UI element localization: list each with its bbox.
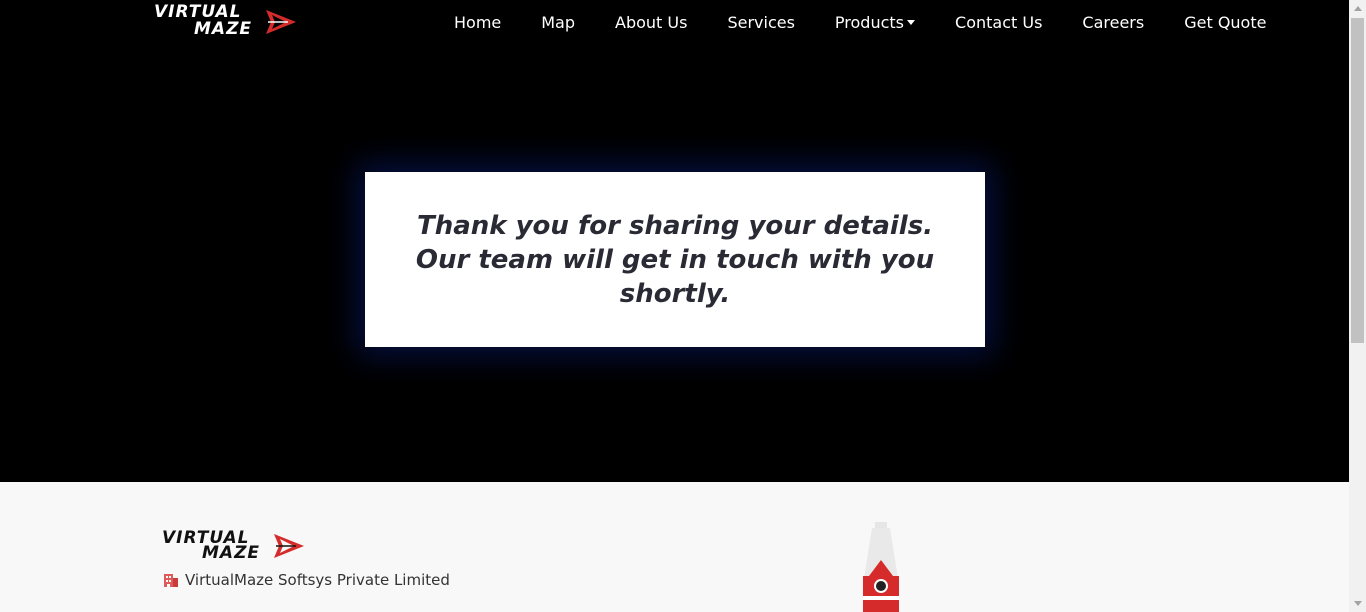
scroll-up-icon[interactable] xyxy=(1354,6,1362,11)
caret-down-icon xyxy=(907,19,916,25)
nav-products-dropdown[interactable]: Products xyxy=(815,0,935,46)
company-info: VirtualMaze Softsys Private Limited xyxy=(163,571,450,589)
nav-home[interactable]: Home xyxy=(434,0,521,46)
nav-services[interactable]: Services xyxy=(707,0,814,46)
nav-products-label: Products xyxy=(834,13,905,32)
building-icon xyxy=(164,574,178,587)
thank-you-message: Thank you for sharing your details. Our … xyxy=(415,210,935,309)
footer-logo[interactable]: VIRTUAL MAZE xyxy=(162,530,307,564)
hero-section: Thank you for sharing your details. Our … xyxy=(0,46,1349,482)
thank-you-card: Thank you for sharing your details. Our … xyxy=(365,172,985,347)
main-nav: Home Map About Us Services Products Cont… xyxy=(434,0,1286,46)
scroll-down-icon[interactable] xyxy=(1354,601,1362,606)
nav-careers[interactable]: Careers xyxy=(1062,0,1164,46)
header-logo[interactable]: VIRTUAL MAZE xyxy=(154,4,299,38)
nav-get-quote[interactable]: Get Quote xyxy=(1164,0,1286,46)
page-scrollbar[interactable] xyxy=(1349,0,1366,612)
footer-logo-arrow-icon xyxy=(274,534,304,558)
site-footer: VIRTUAL MAZE VirtualMaze Softsys Private… xyxy=(0,482,1349,612)
clock-tower-illustration xyxy=(863,522,899,612)
logo-arrow-icon xyxy=(266,10,296,34)
company-name: VirtualMaze Softsys Private Limited xyxy=(185,571,450,589)
logo-text-line2: MAZE xyxy=(194,19,253,39)
nav-map[interactable]: Map xyxy=(521,0,595,46)
footer-logo-text-line2: MAZE xyxy=(202,543,261,563)
nav-contact-us[interactable]: Contact Us xyxy=(935,0,1062,46)
nav-about-us[interactable]: About Us xyxy=(595,0,707,46)
scrollbar-thumb[interactable] xyxy=(1351,18,1364,343)
site-header: VIRTUAL MAZE Home Map About Us Services … xyxy=(0,0,1349,46)
